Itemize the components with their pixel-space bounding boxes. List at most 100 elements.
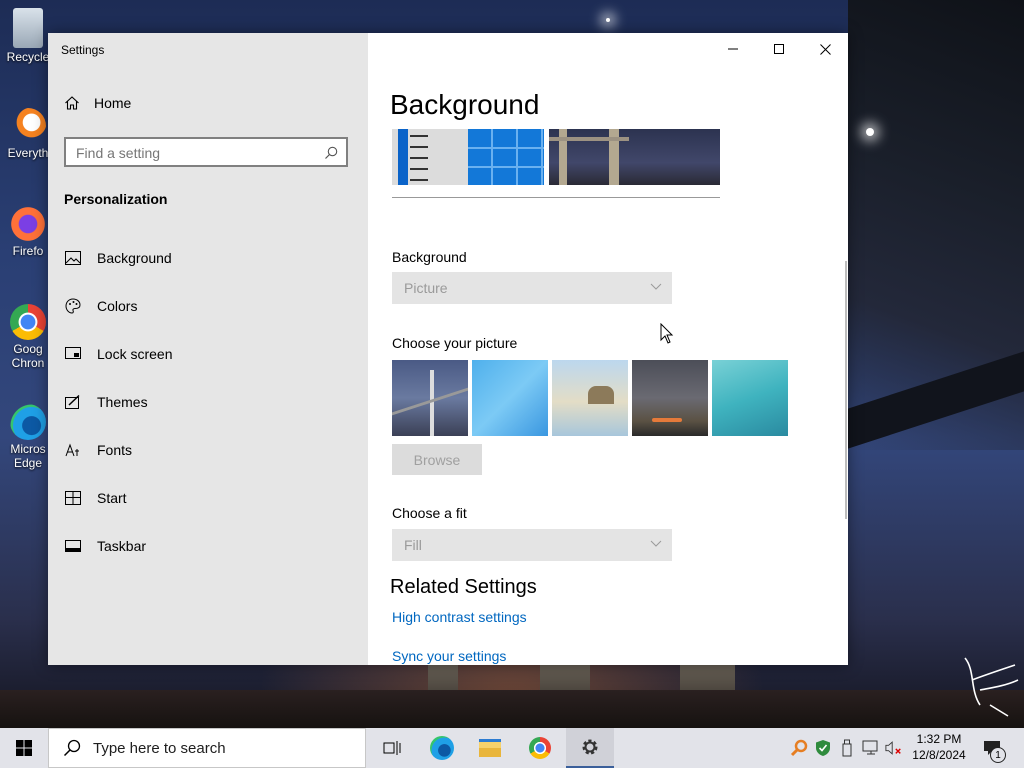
taskbar-chrome[interactable] (516, 728, 564, 768)
content-scrollbar[interactable] (845, 261, 847, 519)
sidebar-item-label: Fonts (97, 442, 133, 458)
find-setting-input[interactable]: Find a setting (64, 137, 348, 167)
sidebar-item-label: Taskbar (97, 538, 147, 554)
chevron-down-icon (650, 283, 662, 290)
preview-tiles (468, 129, 544, 185)
search-icon (325, 146, 338, 159)
sidebar-item-colors[interactable]: Colors (48, 286, 368, 326)
sidebar-item-label: Background (97, 250, 172, 266)
mouse-cursor-icon (660, 323, 674, 344)
windows-logo-icon (16, 740, 32, 756)
task-view-button[interactable] (368, 728, 416, 768)
desktop-icon-chrome[interactable]: Goog Chron (4, 304, 52, 370)
clock-date: 12/8/2024 (912, 748, 966, 762)
lock-screen-icon (64, 345, 82, 363)
picture-thumbnail-underwater[interactable] (712, 360, 788, 436)
sidebar-item-start[interactable]: Start (48, 478, 368, 518)
taskbar-search-placeholder: Type here to search (93, 739, 226, 757)
search-icon (63, 739, 81, 757)
desktop-icon-edge[interactable]: Micros Edge (4, 404, 52, 470)
taskbar: Type here to search 1:32 PM 12/8/2024 1 (0, 728, 1024, 768)
taskbar-search-box[interactable]: Type here to search (48, 728, 366, 768)
desktop-icon-label: Everyth (7, 146, 49, 160)
chrome-icon (10, 304, 46, 340)
tray-network-icon[interactable] (862, 739, 880, 757)
notification-count: 1 (995, 750, 1001, 761)
gear-icon (582, 739, 598, 755)
wallpaper-light (866, 128, 874, 136)
window-title: Settings (61, 43, 105, 57)
clock-time: 1:32 PM (916, 732, 962, 746)
desktop-icon-label: Micros Edge (10, 442, 46, 470)
picture-thumbnail-blue[interactable] (472, 360, 548, 436)
firefox-icon (10, 206, 46, 242)
desktop-icon-everything[interactable]: Everyth (4, 108, 52, 160)
task-view-icon (383, 741, 401, 755)
wallpaper-shore (0, 690, 1024, 728)
desktop-icon-recycle-bin[interactable]: Recycle (4, 8, 52, 64)
sidebar-item-taskbar[interactable]: Taskbar (48, 526, 368, 566)
picture-thumbnail-night[interactable] (632, 360, 708, 436)
signature-watermark (964, 657, 1019, 717)
browse-button[interactable]: Browse (392, 444, 482, 475)
settings-sidebar: Settings Home Find a setting Personaliza… (48, 33, 368, 665)
edge-icon (430, 736, 454, 760)
preview-start-menu (392, 129, 468, 185)
taskbar-edge[interactable] (418, 728, 466, 768)
fit-dropdown[interactable]: Fill (392, 529, 672, 561)
folder-icon (479, 739, 501, 757)
find-setting-placeholder: Find a setting (76, 145, 161, 161)
tray-security-icon[interactable] (814, 739, 832, 757)
sidebar-item-fonts[interactable]: Fonts (48, 430, 368, 470)
background-type-value: Picture (404, 280, 448, 296)
sidebar-item-themes[interactable]: Themes (48, 382, 368, 422)
desktop-icon-label: Firefo (12, 244, 44, 258)
settings-content: Background Background Picture Choose you… (368, 33, 848, 665)
chevron-down-icon (650, 540, 662, 547)
background-preview (392, 129, 720, 185)
desktop-icon-label: Goog Chron (11, 342, 45, 370)
taskbar-settings[interactable] (566, 728, 614, 768)
nav-home[interactable]: Home (64, 95, 131, 111)
brush-icon (64, 393, 82, 411)
home-icon (65, 96, 79, 110)
fit-value: Fill (404, 537, 422, 553)
picture-thumbnail-beach[interactable] (552, 360, 628, 436)
picture-icon (64, 249, 82, 267)
everything-search-icon (10, 108, 46, 144)
taskbar-file-explorer[interactable] (466, 728, 514, 768)
sidebar-item-label: Lock screen (97, 346, 173, 362)
preview-wallpaper (549, 129, 720, 185)
sidebar-item-label: Colors (97, 298, 138, 314)
sidebar-item-lock-screen[interactable]: Lock screen (48, 334, 368, 374)
chrome-icon (529, 737, 551, 759)
notification-count-badge: 1 (990, 747, 1006, 763)
settings-window: Settings Home Find a setting Personaliza… (48, 33, 848, 665)
high-contrast-settings-link[interactable]: High contrast settings (392, 609, 527, 625)
background-label: Background (392, 249, 467, 265)
picture-thumbnail-bridge[interactable] (392, 360, 468, 436)
font-icon (64, 441, 82, 459)
preview-divider (392, 197, 720, 198)
sidebar-item-label: Start (97, 490, 127, 506)
start-button[interactable] (0, 728, 48, 768)
tray-volume-muted-icon[interactable] (885, 739, 903, 757)
edge-icon (10, 404, 46, 440)
palette-icon (64, 297, 82, 315)
sidebar-item-background[interactable]: Background (48, 238, 368, 278)
start-icon (64, 489, 82, 507)
choose-picture-label: Choose your picture (392, 335, 518, 351)
recycle-bin-icon (13, 8, 43, 48)
tray-everything-icon[interactable] (790, 739, 808, 757)
page-title: Background (390, 89, 540, 120)
wallpaper-light (606, 18, 610, 22)
taskbar-icon (64, 537, 82, 555)
desktop-icon-label: Recycle (6, 50, 50, 64)
sync-settings-link[interactable]: Sync your settings (392, 648, 506, 664)
taskbar-clock[interactable]: 1:32 PM 12/8/2024 (906, 731, 972, 763)
section-title: Personalization (64, 191, 168, 207)
choose-fit-label: Choose a fit (392, 505, 467, 521)
desktop-icon-firefox[interactable]: Firefo (4, 206, 52, 258)
background-type-dropdown[interactable]: Picture (392, 272, 672, 304)
tray-usb-icon[interactable] (838, 739, 856, 757)
